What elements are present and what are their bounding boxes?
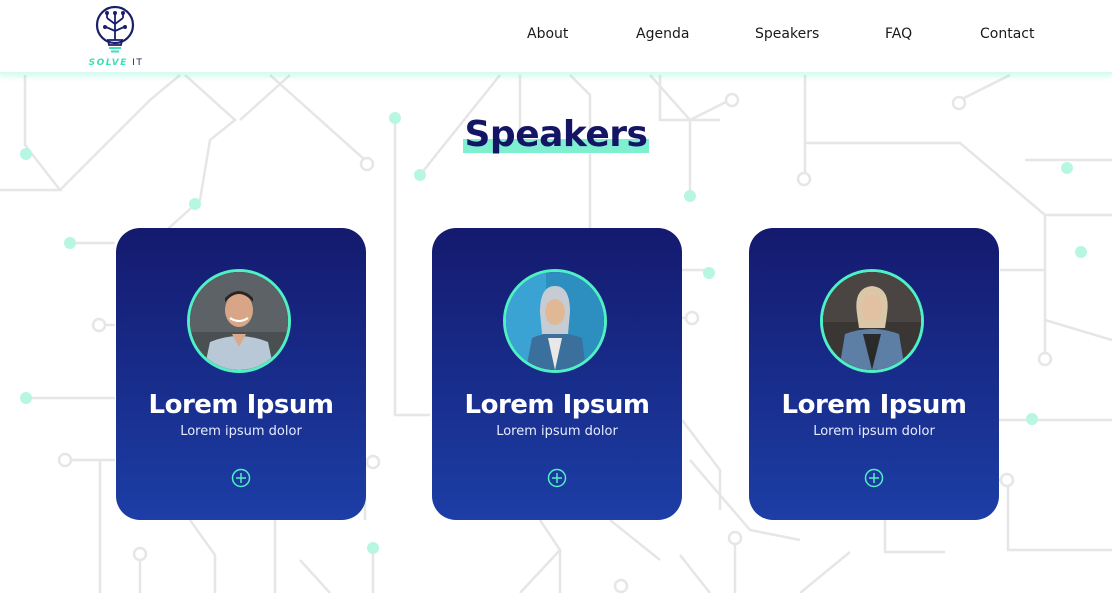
- nav-agenda[interactable]: Agenda: [636, 26, 689, 42]
- speaker-photo: [820, 269, 924, 373]
- plus-circle-icon[interactable]: [231, 468, 251, 488]
- plus-circle-icon[interactable]: [864, 468, 884, 488]
- speaker-card[interactable]: Lorem Ipsum Lorem ipsum dolor: [432, 228, 682, 520]
- speaker-name: Lorem Ipsum: [464, 390, 650, 420]
- section-header: Speakers: [0, 114, 1112, 155]
- navbar: SOLVE IT About Agenda Speakers FAQ Conta…: [0, 0, 1112, 74]
- brand-word-solve: SOLVE: [88, 58, 128, 68]
- speaker-photo: [503, 269, 607, 373]
- speaker-role: Lorem ipsum dolor: [813, 424, 935, 439]
- nav-contact[interactable]: Contact: [980, 26, 1034, 42]
- plus-circle-icon[interactable]: [547, 468, 567, 488]
- brand-wordmark: SOLVE IT: [86, 58, 146, 68]
- brand-word-it: IT: [132, 58, 144, 68]
- nav-about[interactable]: About: [527, 26, 568, 42]
- page: SOLVE IT About Agenda Speakers FAQ Conta…: [0, 0, 1112, 593]
- speaker-name: Lorem Ipsum: [148, 390, 334, 420]
- speaker-role: Lorem ipsum dolor: [496, 424, 618, 439]
- main-nav: About Agenda Speakers FAQ Contact: [0, 26, 1112, 46]
- speaker-name: Lorem Ipsum: [781, 390, 967, 420]
- page-title: Speakers: [462, 114, 650, 155]
- nav-faq[interactable]: FAQ: [885, 26, 912, 42]
- speaker-photo: [187, 269, 291, 373]
- speaker-card[interactable]: Lorem Ipsum Lorem ipsum dolor: [116, 228, 366, 520]
- nav-speakers[interactable]: Speakers: [755, 26, 819, 42]
- speaker-role: Lorem ipsum dolor: [180, 424, 302, 439]
- speaker-card[interactable]: Lorem Ipsum Lorem ipsum dolor: [749, 228, 999, 520]
